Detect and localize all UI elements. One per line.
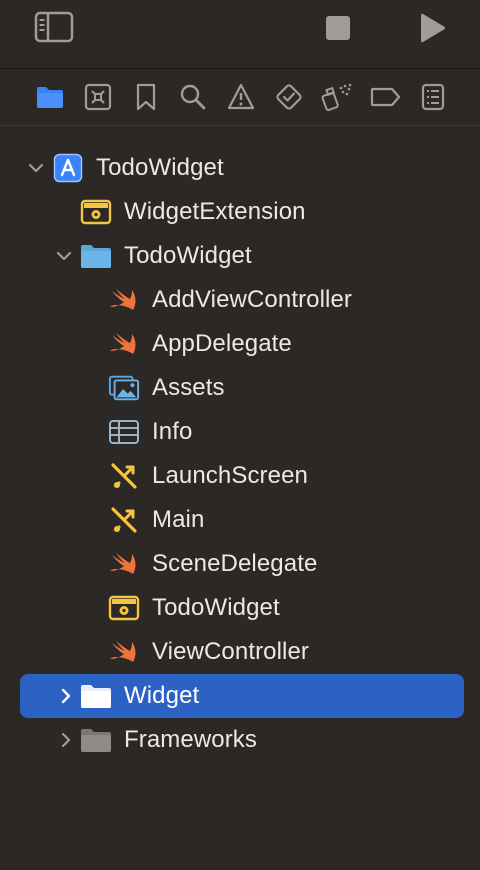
asset-catalog-icon <box>108 373 140 403</box>
plist-icon <box>108 417 140 447</box>
tree-item-label: AddViewController <box>152 286 353 313</box>
interface-builder-icon <box>108 461 140 491</box>
tree-item-label: Frameworks <box>124 726 258 753</box>
tree-row-widget-extension[interactable]: WidgetExtension <box>20 190 464 234</box>
tree-item-label: ViewController <box>152 638 310 665</box>
swift-file-icon <box>108 549 140 579</box>
find-navigator-icon[interactable] <box>177 81 209 113</box>
tree-item-label: TodoWidget <box>152 594 280 621</box>
swift-file-icon <box>108 637 140 667</box>
folder-icon <box>80 241 112 271</box>
toolbar <box>0 0 480 68</box>
tree-row-file[interactable]: AppDelegate <box>20 322 464 366</box>
swift-file-icon <box>108 285 140 315</box>
tree-item-label: WidgetExtension <box>124 198 306 225</box>
folder-icon <box>80 725 112 755</box>
chevron-right-icon[interactable] <box>56 686 76 706</box>
tree-row-file[interactable]: SceneDelegate <box>20 542 464 586</box>
tree-item-label: Widget <box>124 682 200 709</box>
chevron-down-icon[interactable] <box>26 158 46 178</box>
tree-item-label: LaunchScreen <box>152 462 308 489</box>
interface-builder-icon <box>108 505 140 535</box>
tree-item-label: SceneDelegate <box>152 550 318 577</box>
sidebar-toggle-icon <box>34 11 74 48</box>
sidebar-toggle-button[interactable] <box>32 11 76 48</box>
navigator-tab-bar <box>0 69 480 125</box>
tree-row-folder-todowidget[interactable]: TodoWidget <box>20 234 464 278</box>
tree-row-folder-widget[interactable]: Widget <box>20 674 464 718</box>
folder-icon <box>80 681 112 711</box>
tree-item-label: Assets <box>152 374 225 401</box>
chevron-right-icon[interactable] <box>56 730 76 750</box>
tree-row-folder-frameworks[interactable]: Frameworks <box>20 718 464 762</box>
swift-file-icon <box>108 329 140 359</box>
navigator-divider <box>0 125 480 126</box>
chevron-down-icon[interactable] <box>54 246 74 266</box>
tree-item-label: Main <box>152 506 205 533</box>
xcode-project-icon <box>52 153 84 183</box>
issue-navigator-icon[interactable] <box>225 81 257 113</box>
project-navigator-icon[interactable] <box>34 81 66 113</box>
stop-icon <box>325 15 351 46</box>
tree-row-file[interactable]: AddViewController <box>20 278 464 322</box>
debug-navigator-icon[interactable] <box>321 81 353 113</box>
app-extension-target-icon <box>80 197 112 227</box>
stop-button[interactable] <box>322 14 354 46</box>
source-control-navigator-icon[interactable] <box>82 81 114 113</box>
app-extension-target-icon <box>108 593 140 623</box>
tree-item-label: AppDelegate <box>152 330 292 357</box>
test-navigator-icon[interactable] <box>273 81 305 113</box>
run-icon <box>417 12 447 49</box>
tree-item-label: TodoWidget <box>124 242 252 269</box>
tree-row-file[interactable]: TodoWidget <box>20 586 464 630</box>
tree-row-file[interactable]: Main <box>20 498 464 542</box>
bookmark-navigator-icon[interactable] <box>130 81 162 113</box>
tree-row-file[interactable]: Assets <box>20 366 464 410</box>
tree-item-label: TodoWidget <box>96 154 224 181</box>
tree-row-file[interactable]: LaunchScreen <box>20 454 464 498</box>
breakpoint-navigator-icon[interactable] <box>369 81 401 113</box>
tree-item-label: Info <box>152 418 193 445</box>
report-navigator-icon[interactable] <box>417 81 449 113</box>
tree-row-file[interactable]: ViewController <box>20 630 464 674</box>
tree-row-project[interactable]: TodoWidget <box>20 146 464 190</box>
tree-row-file[interactable]: Info <box>20 410 464 454</box>
run-button[interactable] <box>414 12 450 48</box>
